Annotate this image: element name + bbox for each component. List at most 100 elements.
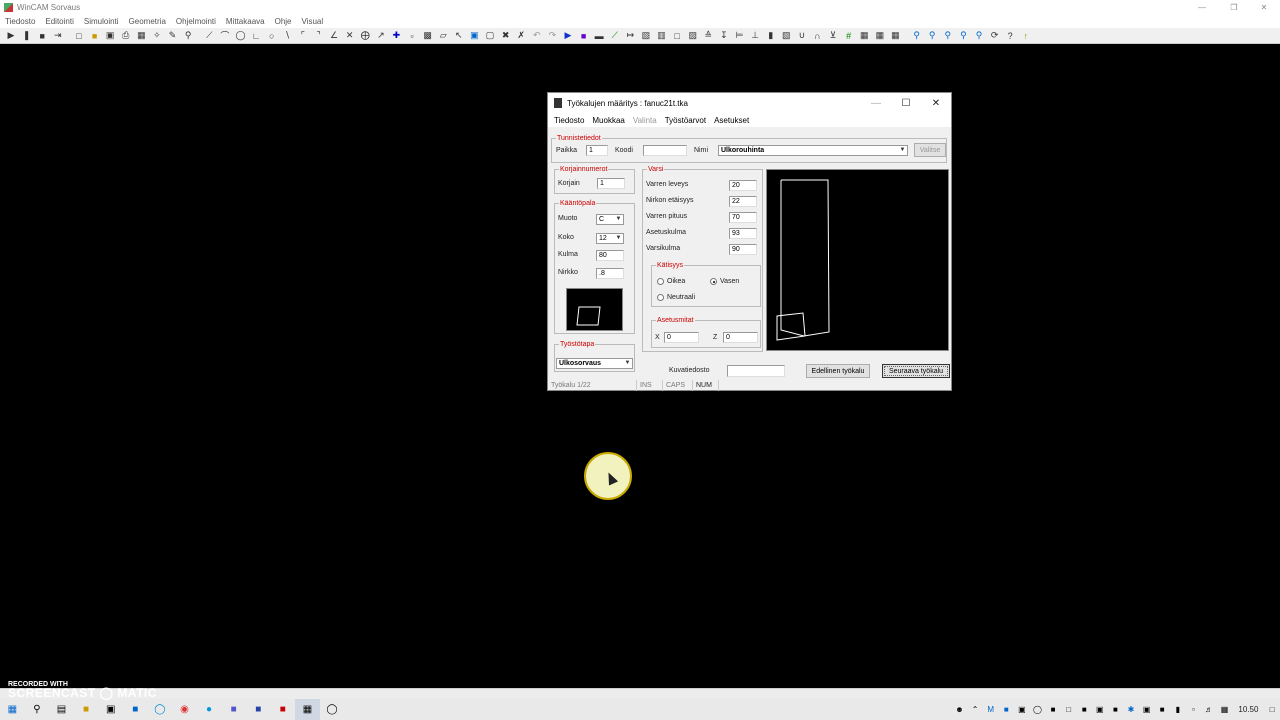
face-icon[interactable]: □ (670, 29, 684, 43)
kulma-field[interactable]: 80 (596, 250, 624, 261)
nirkko-field[interactable]: .8 (596, 268, 624, 279)
kuvatiedosto-field[interactable] (727, 365, 785, 377)
koko-combo[interactable]: 12 ▼ (596, 233, 624, 244)
menu-editointi[interactable]: Editointi (40, 17, 78, 26)
pdf-icon[interactable]: ■ (271, 699, 296, 720)
menu-geometria[interactable]: Geometria (124, 17, 171, 26)
corner-icon[interactable]: ⌜ (296, 29, 310, 43)
paikka-field[interactable]: 1 (586, 145, 608, 156)
text-tool-icon[interactable]: ▱ (436, 29, 450, 43)
tray-app8-icon[interactable]: ■ (1108, 699, 1124, 720)
new-file-icon[interactable]: □ (72, 29, 86, 43)
grid-icon[interactable]: ▦ (134, 29, 148, 43)
help-icon[interactable]: ? (1003, 29, 1017, 43)
angle-icon[interactable]: ∠ (327, 29, 341, 43)
language-icon[interactable]: ▦ (1217, 699, 1233, 720)
color-purple-icon[interactable]: ■ (577, 29, 591, 43)
pause-icon[interactable]: ❚ (20, 29, 34, 43)
step-icon[interactable]: ⇥ (51, 29, 65, 43)
valitse-button[interactable]: Valitse (914, 143, 946, 157)
dialog-menu-tiedosto[interactable]: Tiedosto (550, 116, 588, 125)
program-icon[interactable]: # (842, 29, 856, 43)
tray-app7-icon[interactable]: ▣ (1092, 699, 1108, 720)
help-pointer-icon[interactable]: ↑ (1019, 29, 1033, 43)
search-icon[interactable]: ⚲ (25, 699, 50, 720)
tray-app3-icon[interactable]: ◯ (1030, 699, 1046, 720)
select-pointer-icon[interactable]: ↖ (452, 29, 466, 43)
line-style-icon[interactable]: ⟋ (608, 29, 622, 43)
delete-icon[interactable]: ✖ (499, 29, 513, 43)
fillet-icon[interactable]: ⌝ (311, 29, 325, 43)
chrome-icon[interactable]: ◉ (172, 699, 197, 720)
redraw-icon[interactable]: ⟳ (988, 29, 1002, 43)
redo-icon[interactable]: ↷ (545, 29, 559, 43)
x-field[interactable]: 0 (664, 332, 699, 343)
koodi-field[interactable] (643, 145, 687, 156)
zoom-in-icon[interactable]: ⚲ (925, 29, 939, 43)
tray-app9-icon[interactable]: ▣ (1139, 699, 1155, 720)
show-hidden-icon[interactable]: ⌃ (967, 699, 983, 720)
task-view-icon[interactable]: ▤ (49, 699, 74, 720)
screencast-icon[interactable]: ◯ (320, 699, 345, 720)
bore-icon[interactable]: ⊨ (733, 29, 747, 43)
tray-app10-icon[interactable]: ■ (1154, 699, 1170, 720)
chamfer-icon[interactable]: ∖ (280, 29, 294, 43)
neutraali-radio[interactable] (657, 294, 664, 301)
korjain-field[interactable]: 1 (597, 178, 625, 189)
network-icon[interactable]: ▫ (1186, 699, 1202, 720)
dialog-maximize-button[interactable]: ☐ (891, 93, 921, 113)
minimize-button[interactable]: — (1186, 0, 1218, 15)
tray-app4-icon[interactable]: ■ (1045, 699, 1061, 720)
thread-icon[interactable]: ≙ (701, 29, 715, 43)
nimi-combo[interactable]: Ulkorouhinta ▼ (718, 145, 908, 156)
close-button[interactable]: ✕ (1248, 0, 1280, 15)
next-tool-button[interactable]: Seuraava työkalu (882, 364, 950, 378)
layer-icon[interactable]: ▬ (592, 29, 606, 43)
hatch-icon[interactable]: ▩ (421, 29, 435, 43)
hatch2-icon[interactable]: ▦ (857, 29, 871, 43)
print-icon[interactable]: ⎙ (119, 29, 133, 43)
windows-start-icon[interactable]: ▦ (0, 699, 25, 720)
outlook-icon[interactable]: ■ (123, 699, 148, 720)
dialog-menu-asetukset[interactable]: Asetukset (710, 116, 753, 125)
cut-icon[interactable]: ⊥ (748, 29, 762, 43)
maximize-button[interactable]: ❐ (1218, 0, 1250, 15)
tray-app5-icon[interactable]: □ (1061, 699, 1077, 720)
circle-tangent-icon[interactable]: ○ (265, 29, 279, 43)
arc-icon[interactable]: ⌒ (218, 29, 232, 43)
edge-icon[interactable]: ◯ (148, 699, 173, 720)
move-icon[interactable]: ✚ (389, 29, 403, 43)
tray-app1-icon[interactable]: ■ (998, 699, 1014, 720)
groove-icon[interactable]: ▨ (686, 29, 700, 43)
tray-app6-icon[interactable]: ■ (1076, 699, 1092, 720)
previous-tool-button[interactable]: Edellinen työkalu (806, 364, 870, 378)
nirkon-etaisyys-field[interactable]: 22 (729, 196, 757, 207)
select-window-icon[interactable]: ▣ (467, 29, 481, 43)
varren-leveys-field[interactable]: 20 (729, 180, 757, 191)
dialog-menu-valinta[interactable]: Valinta (629, 116, 661, 125)
skype-icon[interactable]: ● (197, 699, 222, 720)
part-icon[interactable]: ▮ (764, 29, 778, 43)
extend-icon[interactable]: ↗ (374, 29, 388, 43)
tray-app2-icon[interactable]: ▣ (1014, 699, 1030, 720)
bluetooth-icon[interactable]: ✱ (1123, 699, 1139, 720)
tangent-icon[interactable]: ∟ (249, 29, 263, 43)
zoom-all-icon[interactable]: ⚲ (956, 29, 970, 43)
file-explorer-icon[interactable]: ■ (74, 699, 99, 720)
dialog-menu-tyostoarvot[interactable]: Työstöarvot (661, 116, 710, 125)
varsikulma-field[interactable]: 90 (729, 244, 757, 255)
menu-simulointi[interactable]: Simulointi (79, 17, 124, 26)
hatch3-icon[interactable]: ▦ (873, 29, 887, 43)
word-icon[interactable]: ■ (246, 699, 271, 720)
dimension-icon[interactable]: ↦ (623, 29, 637, 43)
open-folder-icon[interactable]: ■ (88, 29, 102, 43)
stop-icon[interactable]: ■ (35, 29, 49, 43)
zoom-previous-icon[interactable]: ⚲ (972, 29, 986, 43)
zoom-out-icon[interactable]: ⚲ (941, 29, 955, 43)
people-icon[interactable]: ☻ (952, 699, 968, 720)
notifications-icon[interactable]: □ (1264, 699, 1280, 720)
play-icon[interactable]: ▶ (4, 29, 18, 43)
finish-icon[interactable]: ∪ (795, 29, 809, 43)
tray-m-icon[interactable]: M (983, 699, 999, 720)
volume-icon[interactable]: ♬ (1201, 699, 1217, 720)
